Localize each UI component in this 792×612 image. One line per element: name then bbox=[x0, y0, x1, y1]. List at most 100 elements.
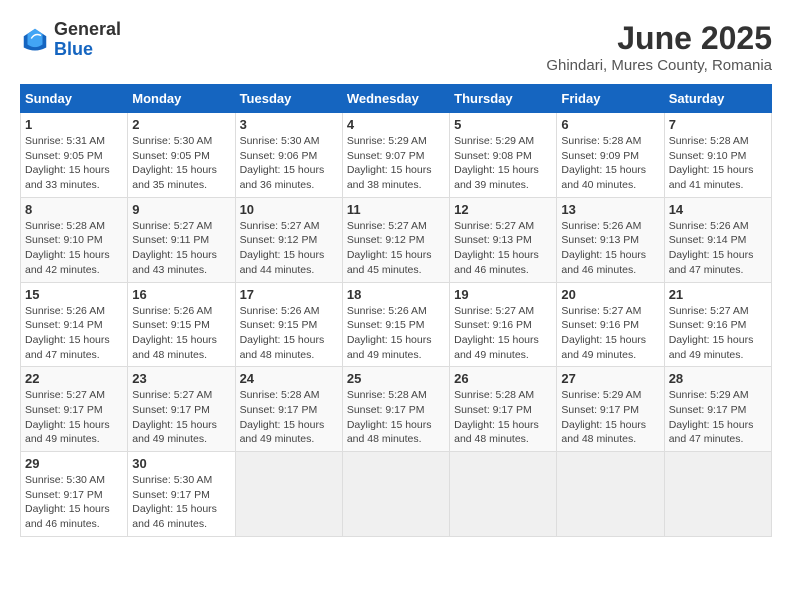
day-number: 23 bbox=[132, 371, 230, 386]
day-info: Sunrise: 5:30 AM Sunset: 9:17 PM Dayligh… bbox=[132, 473, 230, 532]
day-info: Sunrise: 5:26 AM Sunset: 9:13 PM Dayligh… bbox=[561, 219, 659, 278]
day-number: 7 bbox=[669, 117, 767, 132]
col-friday: Friday bbox=[557, 85, 664, 113]
day-number: 26 bbox=[454, 371, 552, 386]
table-cell: 21Sunrise: 5:27 AM Sunset: 9:16 PM Dayli… bbox=[664, 282, 771, 367]
day-info: Sunrise: 5:26 AM Sunset: 9:14 PM Dayligh… bbox=[669, 219, 767, 278]
table-cell: 11 Sunrise: 5:27 AM Sunset: 9:12 PM Dayli… bbox=[342, 197, 449, 282]
day-number: 8 bbox=[25, 202, 123, 217]
col-sunday: Sunday bbox=[21, 85, 128, 113]
table-cell: 14 Sunrise: 5:26 AM Sunset: 9:14 PM Dayli… bbox=[664, 197, 771, 282]
header-row: Sunday Monday Tuesday Wednesday Thursday… bbox=[21, 85, 772, 113]
table-cell: 19 Sunrise: 5:27 AM Sunset: 9:16 PM Dayli… bbox=[450, 282, 557, 367]
day-number: 10 bbox=[240, 202, 338, 217]
day-number: 1 bbox=[25, 117, 123, 132]
day-number: 22 bbox=[25, 371, 123, 386]
table-cell: 25Sunrise: 5:28 AM Sunset: 9:17 PM Dayli… bbox=[342, 367, 449, 452]
col-wednesday: Wednesday bbox=[342, 85, 449, 113]
table-cell: 9 Sunrise: 5:27 AM Sunset: 9:11 PM Daylig… bbox=[128, 197, 235, 282]
day-info: Sunrise: 5:30 AM Sunset: 9:05 PM Dayligh… bbox=[132, 134, 230, 193]
day-info: Sunrise: 5:29 AM Sunset: 9:08 PM Dayligh… bbox=[454, 134, 552, 193]
table-cell: 1 Sunrise: 5:31 AM Sunset: 9:05 PM Daylig… bbox=[21, 113, 128, 198]
day-number: 28 bbox=[669, 371, 767, 386]
day-number: 30 bbox=[132, 456, 230, 471]
table-cell: 5 Sunrise: 5:29 AM Sunset: 9:08 PM Daylig… bbox=[450, 113, 557, 198]
table-cell: 8 Sunrise: 5:28 AM Sunset: 9:10 PM Daylig… bbox=[21, 197, 128, 282]
day-number: 27 bbox=[561, 371, 659, 386]
col-monday: Monday bbox=[128, 85, 235, 113]
week-row-4: 29 Sunrise: 5:30 AM Sunset: 9:17 PM Dayli… bbox=[21, 452, 772, 537]
col-saturday: Saturday bbox=[664, 85, 771, 113]
logo: General Blue bbox=[20, 20, 121, 60]
header: General Blue June 2025 Ghindari, Mures C… bbox=[20, 20, 772, 74]
day-info: Sunrise: 5:27 AM Sunset: 9:17 PM Dayligh… bbox=[132, 388, 230, 447]
day-info: Sunrise: 5:27 AM Sunset: 9:11 PM Dayligh… bbox=[132, 219, 230, 278]
week-row-3: 22 Sunrise: 5:27 AM Sunset: 9:17 PM Dayli… bbox=[21, 367, 772, 452]
day-number: 5 bbox=[454, 117, 552, 132]
day-info: Sunrise: 5:31 AM Sunset: 9:05 PM Dayligh… bbox=[25, 134, 123, 193]
day-number: 14 bbox=[669, 202, 767, 217]
table-cell: 23 Sunrise: 5:27 AM Sunset: 9:17 PM Dayli… bbox=[128, 367, 235, 452]
day-info: Sunrise: 5:29 AM Sunset: 9:07 PM Dayligh… bbox=[347, 134, 445, 193]
day-number: 13 bbox=[561, 202, 659, 217]
day-number: 29 bbox=[25, 456, 123, 471]
day-info: Sunrise: 5:28 AM Sunset: 9:17 PM Dayligh… bbox=[240, 388, 338, 447]
day-info: Sunrise: 5:28 AM Sunset: 9:17 PM Dayligh… bbox=[347, 388, 445, 447]
table-cell: 28 Sunrise: 5:29 AM Sunset: 9:17 PM Dayli… bbox=[664, 367, 771, 452]
table-cell: 18 Sunrise: 5:26 AM Sunset: 9:15 PM Dayli… bbox=[342, 282, 449, 367]
logo-icon bbox=[20, 25, 50, 55]
table-cell: 7 Sunrise: 5:28 AM Sunset: 9:10 PM Daylig… bbox=[664, 113, 771, 198]
day-info: Sunrise: 5:27 AM Sunset: 9:12 PM Dayligh… bbox=[240, 219, 338, 278]
table-cell bbox=[342, 452, 449, 537]
day-info: Sunrise: 5:26 AM Sunset: 9:15 PM Dayligh… bbox=[240, 304, 338, 363]
table-cell: 20Sunrise: 5:27 AM Sunset: 9:16 PM Dayli… bbox=[557, 282, 664, 367]
table-cell: 3 Sunrise: 5:30 AM Sunset: 9:06 PM Daylig… bbox=[235, 113, 342, 198]
day-info: Sunrise: 5:27 AM Sunset: 9:16 PM Dayligh… bbox=[669, 304, 767, 363]
day-number: 16 bbox=[132, 287, 230, 302]
day-info: Sunrise: 5:30 AM Sunset: 9:06 PM Dayligh… bbox=[240, 134, 338, 193]
logo-blue: Blue bbox=[54, 40, 121, 60]
table-cell: 12 Sunrise: 5:27 AM Sunset: 9:13 PM Dayli… bbox=[450, 197, 557, 282]
day-info: Sunrise: 5:28 AM Sunset: 9:10 PM Dayligh… bbox=[25, 219, 123, 278]
table-cell bbox=[450, 452, 557, 537]
day-number: 19 bbox=[454, 287, 552, 302]
day-info: Sunrise: 5:29 AM Sunset: 9:17 PM Dayligh… bbox=[669, 388, 767, 447]
table-cell: 17Sunrise: 5:26 AM Sunset: 9:15 PM Dayli… bbox=[235, 282, 342, 367]
day-info: Sunrise: 5:28 AM Sunset: 9:10 PM Dayligh… bbox=[669, 134, 767, 193]
table-cell bbox=[664, 452, 771, 537]
table-cell: 29 Sunrise: 5:30 AM Sunset: 9:17 PM Dayli… bbox=[21, 452, 128, 537]
day-number: 4 bbox=[347, 117, 445, 132]
logo-text: General Blue bbox=[54, 20, 121, 60]
day-number: 15 bbox=[25, 287, 123, 302]
table-cell: 15 Sunrise: 5:26 AM Sunset: 9:14 PM Dayli… bbox=[21, 282, 128, 367]
day-info: Sunrise: 5:26 AM Sunset: 9:15 PM Dayligh… bbox=[347, 304, 445, 363]
day-info: Sunrise: 5:27 AM Sunset: 9:16 PM Dayligh… bbox=[561, 304, 659, 363]
day-number: 2 bbox=[132, 117, 230, 132]
table-cell: 30 Sunrise: 5:30 AM Sunset: 9:17 PM Dayli… bbox=[128, 452, 235, 537]
day-info: Sunrise: 5:27 AM Sunset: 9:13 PM Dayligh… bbox=[454, 219, 552, 278]
day-info: Sunrise: 5:27 AM Sunset: 9:16 PM Dayligh… bbox=[454, 304, 552, 363]
day-number: 24 bbox=[240, 371, 338, 386]
table-cell: 26Sunrise: 5:28 AM Sunset: 9:17 PM Dayli… bbox=[450, 367, 557, 452]
day-number: 3 bbox=[240, 117, 338, 132]
day-info: Sunrise: 5:30 AM Sunset: 9:17 PM Dayligh… bbox=[25, 473, 123, 532]
table-cell bbox=[235, 452, 342, 537]
table-cell: 10 Sunrise: 5:27 AM Sunset: 9:12 PM Dayli… bbox=[235, 197, 342, 282]
calendar-table: Sunday Monday Tuesday Wednesday Thursday… bbox=[20, 84, 772, 537]
day-number: 18 bbox=[347, 287, 445, 302]
day-number: 9 bbox=[132, 202, 230, 217]
week-row-2: 15 Sunrise: 5:26 AM Sunset: 9:14 PM Dayli… bbox=[21, 282, 772, 367]
week-row-1: 8 Sunrise: 5:28 AM Sunset: 9:10 PM Daylig… bbox=[21, 197, 772, 282]
day-info: Sunrise: 5:27 AM Sunset: 9:12 PM Dayligh… bbox=[347, 219, 445, 278]
day-number: 12 bbox=[454, 202, 552, 217]
table-cell: 2 Sunrise: 5:30 AM Sunset: 9:05 PM Daylig… bbox=[128, 113, 235, 198]
title-block: June 2025 Ghindari, Mures County, Romani… bbox=[546, 20, 772, 74]
table-cell: 27Sunrise: 5:29 AM Sunset: 9:17 PM Dayli… bbox=[557, 367, 664, 452]
day-info: Sunrise: 5:26 AM Sunset: 9:14 PM Dayligh… bbox=[25, 304, 123, 363]
table-cell: 24 Sunrise: 5:28 AM Sunset: 9:17 PM Dayli… bbox=[235, 367, 342, 452]
day-number: 11 bbox=[347, 202, 445, 217]
table-cell: 6Sunrise: 5:28 AM Sunset: 9:09 PM Daylig… bbox=[557, 113, 664, 198]
table-cell: 16Sunrise: 5:26 AM Sunset: 9:15 PM Dayli… bbox=[128, 282, 235, 367]
table-cell: 4 Sunrise: 5:29 AM Sunset: 9:07 PM Daylig… bbox=[342, 113, 449, 198]
calendar-title: June 2025 bbox=[546, 20, 772, 57]
